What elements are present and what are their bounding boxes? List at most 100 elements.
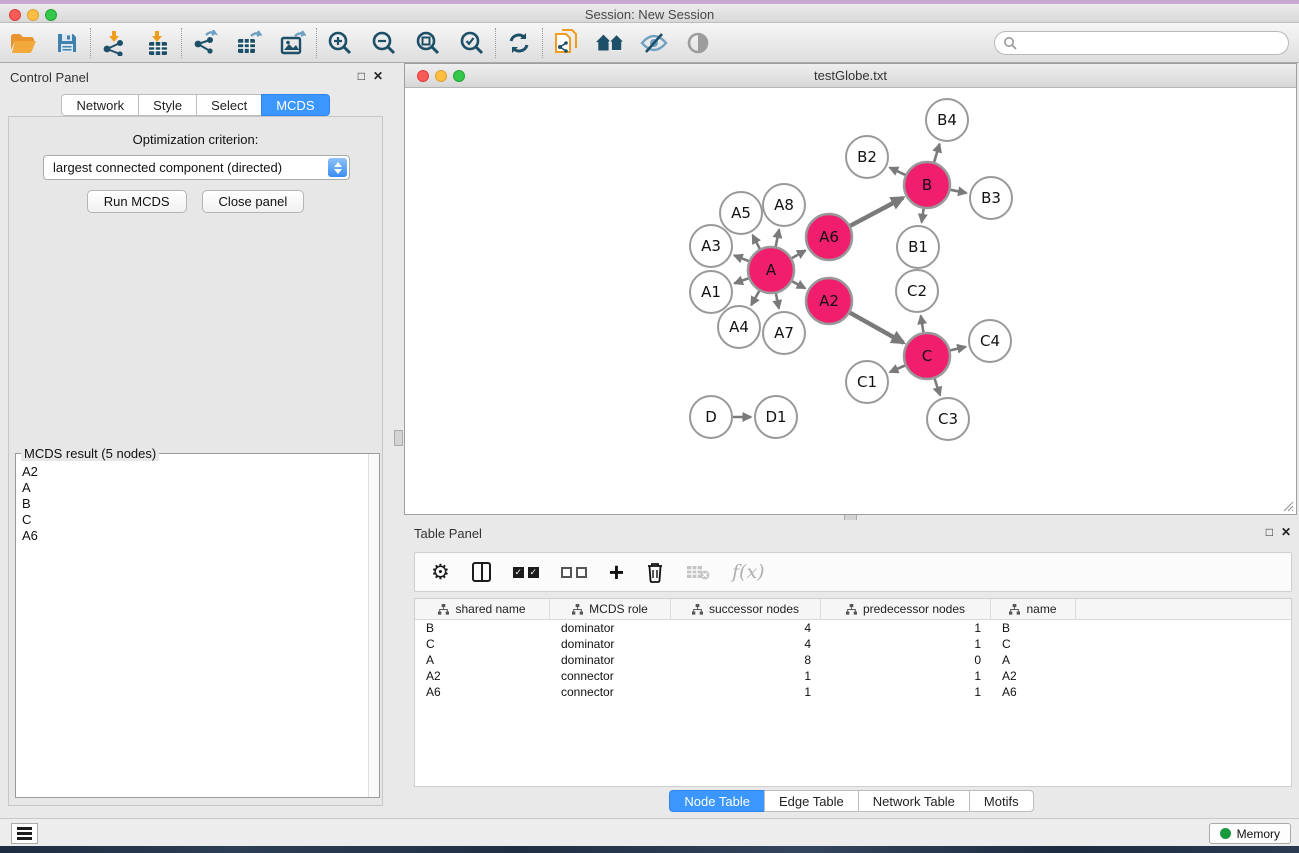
- result-item[interactable]: A2: [22, 464, 367, 480]
- node-A4[interactable]: A4: [718, 306, 760, 348]
- table-cell[interactable]: connector: [550, 668, 671, 684]
- table-row[interactable]: A6connector11A6: [415, 684, 1291, 700]
- table-cell[interactable]: 4: [671, 636, 821, 652]
- criterion-dropdown[interactable]: largest connected component (directed): [43, 155, 350, 180]
- select-all-checkboxes-icon[interactable]: ✓ ✓: [513, 559, 539, 585]
- run-mcds-button[interactable]: Run MCDS: [87, 190, 187, 213]
- edge-C-C2[interactable]: [921, 316, 924, 333]
- node-A6[interactable]: A6: [806, 214, 852, 260]
- node-C4[interactable]: C4: [969, 320, 1011, 362]
- result-item[interactable]: A: [22, 480, 367, 496]
- mcds-result-list[interactable]: A2ABCA6: [17, 458, 367, 796]
- table-cell[interactable]: 1: [821, 684, 991, 700]
- column-header[interactable]: MCDS role: [550, 599, 671, 619]
- edge-A-A3[interactable]: [734, 255, 749, 261]
- edge-A-A5[interactable]: [753, 235, 760, 249]
- node-A5[interactable]: A5: [720, 192, 762, 234]
- table-cell[interactable]: 1: [821, 636, 991, 652]
- node-A[interactable]: A: [748, 247, 794, 293]
- close-panel-icon[interactable]: ✕: [373, 69, 383, 83]
- table-cell[interactable]: 1: [671, 684, 821, 700]
- table-row[interactable]: Bdominator41B: [415, 620, 1291, 636]
- table-cell[interactable]: A6: [415, 684, 550, 700]
- column-header[interactable]: name: [991, 599, 1076, 619]
- vertical-split-handle[interactable]: [394, 430, 403, 446]
- table-cell[interactable]: dominator: [550, 620, 671, 636]
- node-table[interactable]: shared nameMCDS rolesuccessor nodesprede…: [414, 598, 1292, 787]
- edge-B-B4[interactable]: [934, 144, 940, 162]
- edge-A-A7[interactable]: [776, 294, 779, 309]
- edge-C-C3[interactable]: [935, 379, 941, 396]
- search-field[interactable]: [994, 31, 1289, 55]
- export-network-icon[interactable]: [190, 28, 220, 58]
- edge-A2-C[interactable]: [850, 313, 904, 343]
- clone-network-icon[interactable]: [551, 28, 581, 58]
- import-table-icon[interactable]: [143, 28, 173, 58]
- split-columns-icon[interactable]: [472, 559, 491, 585]
- network-window-titlebar[interactable]: testGlobe.txt: [405, 64, 1296, 88]
- tab-network-table[interactable]: Network Table: [858, 790, 969, 812]
- zoom-out-icon[interactable]: [369, 28, 399, 58]
- resize-grip-icon[interactable]: [1282, 500, 1294, 512]
- table-row[interactable]: A2connector11A2: [415, 668, 1291, 684]
- result-item[interactable]: B: [22, 496, 367, 512]
- table-cell[interactable]: B: [415, 620, 550, 636]
- close-table-panel-icon[interactable]: ✕: [1281, 525, 1291, 539]
- edge-A-A4[interactable]: [751, 291, 759, 305]
- edge-A-A2[interactable]: [792, 281, 805, 288]
- node-A8[interactable]: A8: [763, 184, 805, 226]
- tab-network[interactable]: Network: [61, 94, 138, 116]
- node-C[interactable]: C: [904, 333, 950, 379]
- table-settings-gear-icon[interactable]: ⚙: [431, 559, 450, 585]
- delete-column-trash-icon[interactable]: [646, 559, 664, 585]
- table-cell[interactable]: A6: [991, 684, 1076, 700]
- node-D1[interactable]: D1: [755, 396, 797, 438]
- node-C1[interactable]: C1: [846, 361, 888, 403]
- column-header[interactable]: shared name: [415, 599, 550, 619]
- node-B2[interactable]: B2: [846, 136, 888, 178]
- refresh-layout-icon[interactable]: [504, 28, 534, 58]
- table-cell[interactable]: A2: [415, 668, 550, 684]
- add-column-icon[interactable]: +: [609, 559, 624, 585]
- table-row[interactable]: Adominator80A: [415, 652, 1291, 668]
- node-C2[interactable]: C2: [896, 270, 938, 312]
- search-input[interactable]: [1017, 33, 1288, 53]
- tab-motifs[interactable]: Motifs: [969, 790, 1034, 812]
- edge-A6-B[interactable]: [850, 198, 903, 226]
- table-cell[interactable]: 1: [821, 668, 991, 684]
- zoom-selected-icon[interactable]: [457, 28, 487, 58]
- node-A2[interactable]: A2: [806, 278, 852, 324]
- edge-C-C1[interactable]: [890, 366, 905, 373]
- save-session-icon[interactable]: [52, 28, 82, 58]
- table-cell[interactable]: C: [991, 636, 1076, 652]
- table-cell[interactable]: B: [991, 620, 1076, 636]
- export-image-icon[interactable]: [278, 28, 308, 58]
- column-header[interactable]: successor nodes: [671, 599, 821, 619]
- close-panel-button[interactable]: Close panel: [202, 190, 305, 213]
- memory-button[interactable]: Memory: [1209, 823, 1291, 844]
- node-A1[interactable]: A1: [690, 271, 732, 313]
- table-cell[interactable]: connector: [550, 684, 671, 700]
- table-cell[interactable]: A: [991, 652, 1076, 668]
- table-row[interactable]: Cdominator41C: [415, 636, 1291, 652]
- result-item[interactable]: A6: [22, 528, 367, 544]
- hide-selected-eye-icon[interactable]: [639, 28, 669, 58]
- table-cell[interactable]: A: [415, 652, 550, 668]
- table-cell[interactable]: dominator: [550, 636, 671, 652]
- network-graph[interactable]: B4B2BB3A8A5A6A3B1AC2A1A2A4A7C4CC1DD1C3: [405, 88, 1296, 514]
- node-B[interactable]: B: [904, 162, 950, 208]
- node-B1[interactable]: B1: [897, 226, 939, 268]
- home-view-icon[interactable]: [595, 28, 625, 58]
- edge-C-C4[interactable]: [950, 347, 965, 351]
- result-scrollbar[interactable]: [368, 454, 379, 797]
- network-canvas[interactable]: B4B2BB3A8A5A6A3B1AC2A1A2A4A7C4CC1DD1C3: [405, 88, 1296, 514]
- edge-A-A8[interactable]: [776, 230, 779, 247]
- edge-A-A1[interactable]: [735, 278, 749, 283]
- deselect-all-checkboxes-icon[interactable]: [561, 559, 587, 585]
- table-cell[interactable]: 8: [671, 652, 821, 668]
- zoom-fit-icon[interactable]: [413, 28, 443, 58]
- table-cell[interactable]: A2: [991, 668, 1076, 684]
- column-header[interactable]: predecessor nodes: [821, 599, 991, 619]
- tab-node-table[interactable]: Node Table: [669, 790, 764, 812]
- zoom-in-icon[interactable]: [325, 28, 355, 58]
